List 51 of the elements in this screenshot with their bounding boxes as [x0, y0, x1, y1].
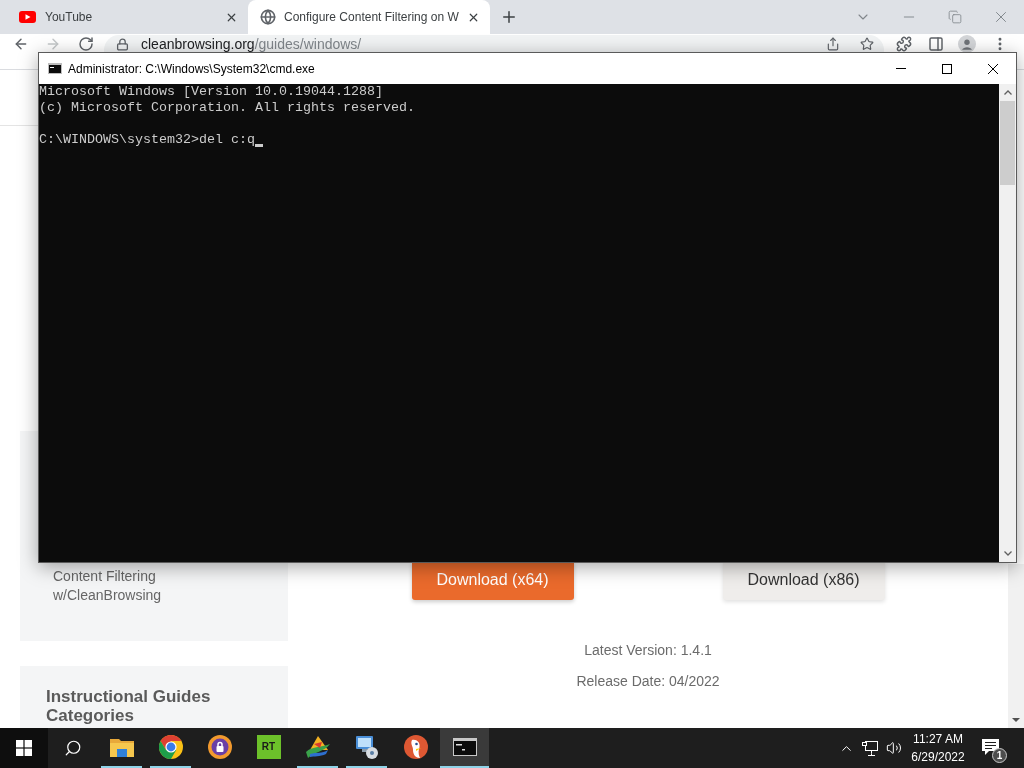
release-info-text: Release Date: 04/2022	[576, 673, 720, 689]
address-bar[interactable]: cleanbrowsing.org/guides/windows/	[104, 35, 884, 52]
terminal-icon	[452, 738, 477, 756]
release-info-text: Latest Version: 1.4.1	[584, 642, 712, 658]
notification-count: 1	[992, 748, 1007, 763]
folder-icon	[109, 737, 134, 757]
taskbar-button[interactable]	[440, 728, 489, 768]
avatar-icon[interactable]	[958, 35, 976, 53]
url-text: cleanbrowsing.org/guides/windows/	[141, 37, 363, 52]
browser-tab[interactable]: Configure Content Filtering on W	[248, 0, 490, 34]
scroll-down-icon[interactable]	[1003, 551, 1012, 556]
download-button[interactable]: Download (x86)	[722, 560, 885, 600]
clock-date[interactable]: 6/29/2022	[911, 748, 965, 766]
start-button[interactable]	[0, 728, 48, 768]
star-icon[interactable]	[860, 37, 874, 51]
lock-badge-icon	[207, 735, 232, 759]
share-icon[interactable]	[826, 37, 840, 51]
search-icon[interactable]	[63, 739, 82, 757]
computer-disc-icon	[354, 735, 379, 759]
puzzle-icon[interactable]	[896, 36, 912, 52]
lock-icon	[116, 38, 129, 51]
new-tab-icon[interactable]	[500, 8, 518, 26]
network-icon[interactable]	[862, 740, 878, 756]
page-scrollbar[interactable]	[1008, 564, 1024, 728]
close-icon[interactable]	[988, 63, 998, 74]
console-scrollbar[interactable]	[999, 84, 1016, 562]
sidebar-link[interactable]: Content Filtering w/CleanBrowsing	[53, 567, 233, 605]
play-icon	[19, 11, 36, 23]
back-icon[interactable]	[13, 36, 29, 52]
bird-circle-icon	[403, 735, 428, 759]
globe-icon	[260, 9, 276, 25]
notification-icon[interactable]	[982, 739, 999, 755]
console-line: C:\WINDOWS\system32>del c:q	[39, 132, 255, 148]
reload-icon[interactable]	[78, 36, 94, 52]
sidebar-heading: Instructional Guides Categories	[46, 687, 212, 725]
app-logo: RT	[256, 735, 281, 759]
console-app-icon	[48, 63, 62, 74]
sidebar-icon[interactable]	[928, 36, 944, 52]
window-title: Administrator: C:\Windows\System32\cmd.exe	[68, 60, 315, 78]
browser-icon	[158, 735, 183, 759]
clock-time[interactable]: 11:27 AM	[913, 730, 963, 748]
scrollbar-thumb[interactable]	[1000, 101, 1015, 185]
console-line: (c) Microsoft Corporation. All rights reserved.	[39, 100, 415, 116]
maximize-icon[interactable]	[942, 63, 952, 74]
windows-logo-icon	[16, 740, 32, 756]
taskbar-button[interactable]: RT	[248, 728, 289, 768]
swirl-app-icon	[305, 736, 330, 758]
scroll-up-icon[interactable]	[1003, 90, 1012, 95]
volume-icon[interactable]	[886, 740, 902, 756]
scroll-down-icon[interactable]	[1012, 718, 1020, 722]
console-line: Microsoft Windows [Version 10.0.19044.1288]	[39, 84, 383, 100]
